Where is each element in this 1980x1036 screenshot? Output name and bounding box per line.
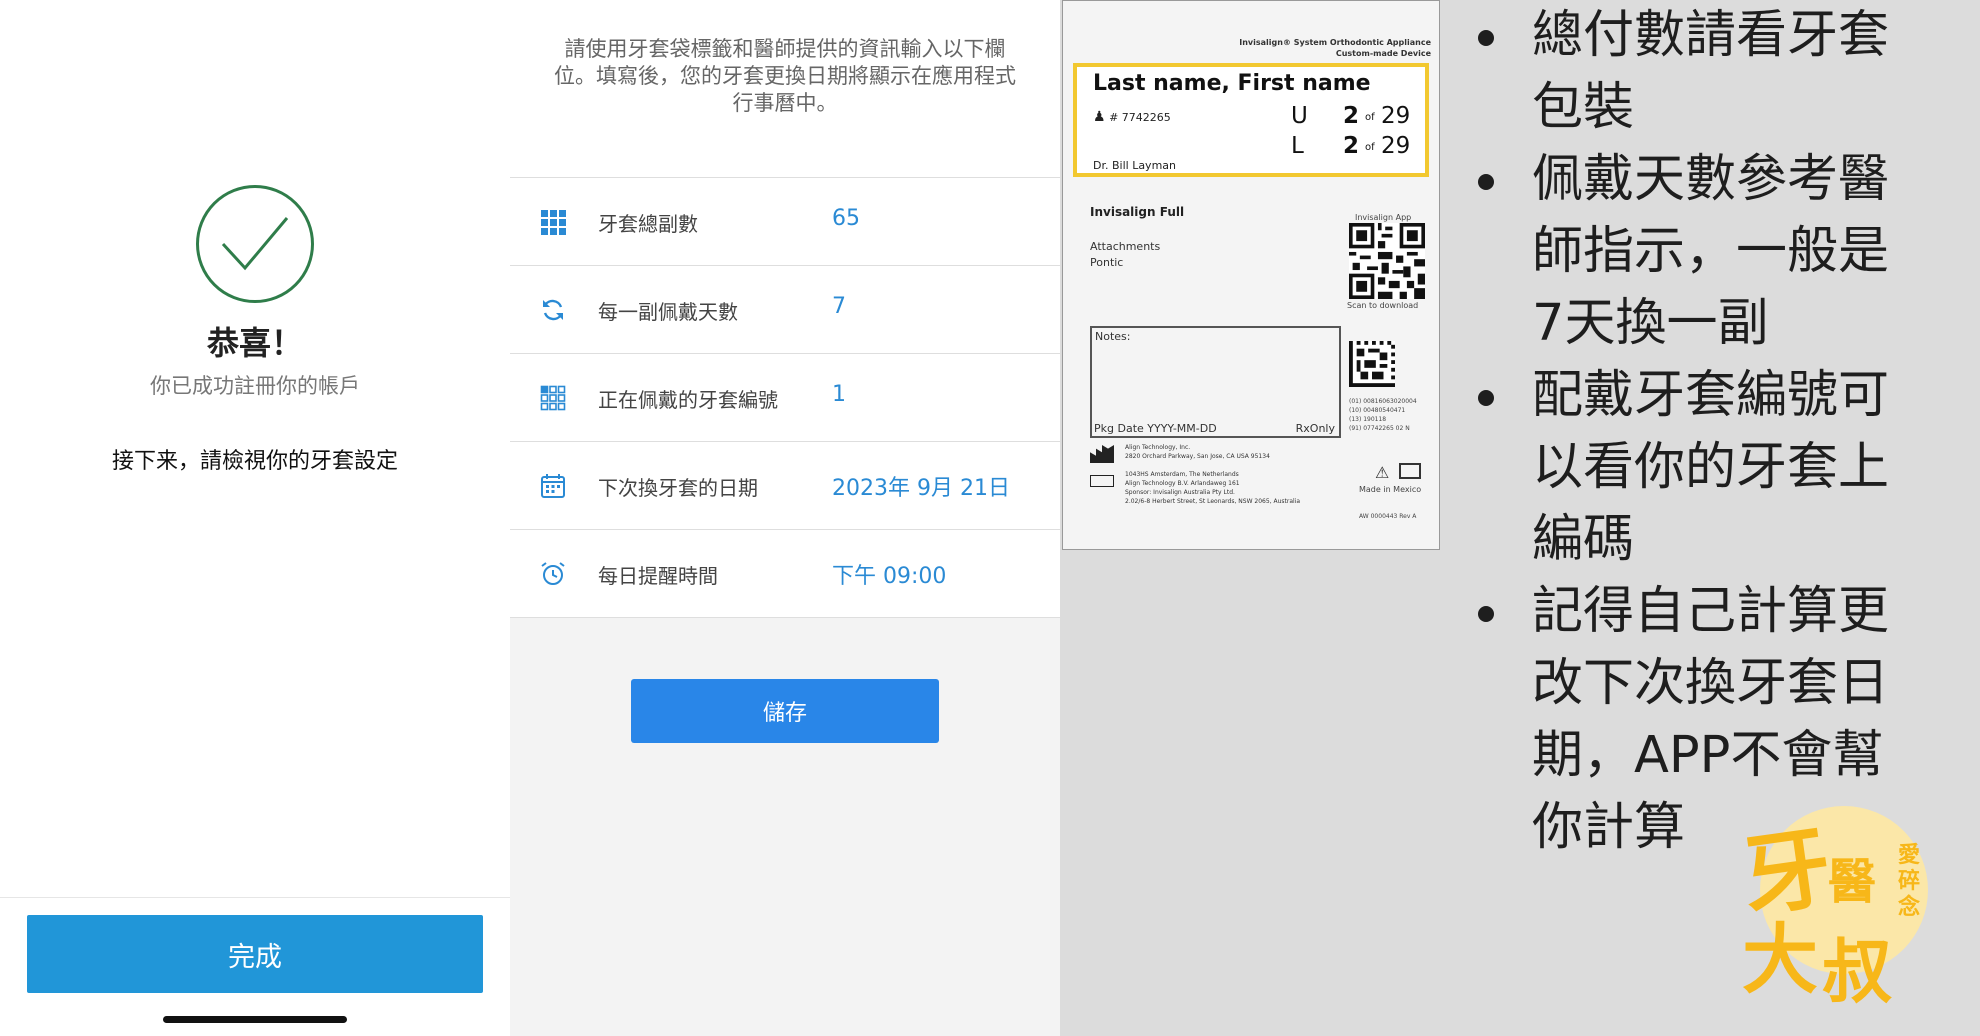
total-steps: 29 — [1381, 133, 1411, 159]
logo-char: 叔 — [1822, 930, 1892, 1013]
upper-arch-count: U 2 of 29 — [1291, 103, 1410, 129]
patient-id-text: # 7742265 — [1109, 111, 1171, 124]
aligner-settings-screen: 請使用牙套袋標籤和醫師提供的資訊輸入以下欄位。填寫後，您的牙套更換日期將顯示在應… — [510, 0, 1060, 1036]
instruction-text: 請使用牙套袋標籤和醫師提供的資訊輸入以下欄位。填寫後，您的牙套更換日期將顯示在應… — [554, 37, 1016, 115]
logo-char: 大 — [1742, 915, 1818, 1004]
row-current-aligner[interactable]: 正在佩戴的牙套編號 1 — [510, 353, 1060, 441]
code-line: (10) 00480540471 — [1349, 407, 1406, 414]
warning-icon: ⚠ — [1375, 463, 1390, 482]
system-line: Invisalign® System Orthodontic Appliance — [1239, 38, 1431, 47]
code-line: (13) 190118 — [1349, 416, 1387, 423]
row-days-per-aligner[interactable]: 每一副佩戴天數 7 — [510, 265, 1060, 353]
arch-letter: U — [1291, 103, 1308, 129]
instructions-book-icon — [1399, 463, 1421, 479]
list-item-text: 佩戴天數參考醫師指示，一般是7天換一副 — [1532, 150, 1890, 353]
attachments-list: Attachments Pontic — [1090, 239, 1160, 271]
manufacturer-address: Align Technology, Inc. 2820 Orchard Park… — [1125, 443, 1300, 506]
address-line: 2.02/6-8 Herbert Street, St Leonards, NS… — [1125, 498, 1301, 505]
system-header: Invisalign® System Orthodontic Appliance… — [1239, 37, 1431, 59]
settings-header: 請使用牙套袋標籤和醫師提供的資訊輸入以下欄位。填寫後，您的牙套更換日期將顯示在應… — [510, 0, 1060, 180]
pontic-text: Pontic — [1090, 256, 1124, 269]
arch-letter: L — [1291, 133, 1304, 159]
row-value[interactable]: 7 — [832, 294, 846, 319]
row-value[interactable]: 下午 09:00 — [832, 558, 946, 590]
reference-number: AW 0000443 Rev A — [1359, 513, 1417, 520]
patient-id: ♟ # 7742265 — [1093, 109, 1171, 125]
made-in: Made in Mexico — [1359, 485, 1422, 494]
alarm-clock-icon — [541, 562, 565, 585]
brand-logo: 牙 醫 大 叔 愛碎念 — [1736, 798, 1948, 1013]
address-line: 1043HS Amsterdam, The Netherlands — [1125, 471, 1239, 478]
total-steps: 29 — [1381, 103, 1411, 129]
row-value[interactable]: 65 — [832, 206, 860, 231]
rx-only: RxOnly — [1295, 422, 1335, 435]
grid-icon — [541, 210, 566, 235]
address-line — [1125, 461, 1300, 470]
notes-label: Notes: — [1095, 330, 1131, 343]
grid-outline-icon — [540, 385, 566, 411]
bullet-icon — [1478, 390, 1494, 406]
divider — [0, 897, 510, 898]
address-line: Align Technology, Inc. — [1125, 444, 1191, 451]
checkmark-icon — [196, 185, 314, 303]
list-item-text: 總付數請看牙套包裝 — [1532, 6, 1890, 137]
bullet-icon — [1478, 606, 1494, 622]
datamatrix-code-icon — [1349, 341, 1395, 387]
person-icon: ♟ — [1093, 109, 1106, 125]
row-total-aligners[interactable]: 牙套總副數 65 — [510, 177, 1060, 265]
scan-label: Scan to download — [1347, 301, 1419, 310]
list-item-text: 配戴牙套編號可以看你的牙套上編碼 — [1532, 366, 1890, 569]
bullet-icon — [1478, 174, 1494, 190]
calendar-icon — [541, 474, 565, 498]
done-button[interactable]: 完成 — [27, 915, 483, 993]
aligner-package-label: Invisalign® System Orthodontic Appliance… — [1062, 0, 1440, 550]
refresh-icon — [543, 299, 563, 321]
package-date: Pkg Date YYYY-MM-DD — [1094, 422, 1217, 435]
manufacturer-icon — [1090, 445, 1114, 463]
row-next-change-date[interactable]: 下次換牙套的日期 2023年 9月 21日 — [510, 441, 1060, 529]
app-label: Invisalign App — [1355, 213, 1412, 222]
of-text: of — [1365, 112, 1375, 123]
product-name: Invisalign Full — [1090, 205, 1185, 219]
barcode-numbers: (01) 00816063020004 (10) 00480540471 (13… — [1349, 397, 1417, 433]
logo-char: 愛碎念 — [1898, 842, 1921, 920]
code-line: (01) 00816063020004 — [1349, 398, 1417, 405]
patient-name: Last name, First name — [1093, 71, 1371, 96]
qr-code-icon — [1349, 223, 1425, 299]
row-label: 牙套總副數 — [598, 212, 698, 236]
device-line: Custom-made Device — [1335, 49, 1431, 58]
code-line: (91) 07742265 02 N — [1349, 425, 1410, 432]
divider — [510, 617, 1060, 618]
row-label: 下次換牙套的日期 — [598, 476, 758, 500]
row-label: 正在佩戴的牙套編號 — [598, 388, 778, 412]
success-screen: 恭喜！ 你已成功註冊你的帳戶 接下来，請檢視你的牙套設定 完成 — [0, 0, 510, 1036]
row-label: 每一副佩戴天數 — [598, 300, 738, 324]
row-value[interactable]: 1 — [832, 382, 846, 407]
address-line: Sponsor: Invisalign Australia Pty Ltd. — [1125, 489, 1235, 496]
doctor-name: Dr. Bill Layman — [1093, 159, 1176, 172]
of-text: of — [1365, 142, 1375, 153]
registered-message: 你已成功註冊你的帳戶 — [150, 374, 360, 398]
address-line: 2820 Orchard Parkway, San Jose, CA USA 9… — [1125, 453, 1270, 460]
next-step-message: 接下来，請檢視你的牙套設定 — [111, 449, 398, 474]
row-label: 每日提醒時間 — [598, 564, 718, 588]
address-line: Align Technology B.V. Arlandaweg 161 — [1125, 480, 1240, 487]
lower-arch-count: L 2 of 29 — [1291, 133, 1410, 159]
attachments-text: Attachments — [1090, 240, 1161, 253]
current-step: 2 — [1343, 133, 1360, 159]
patient-info-box: Last name, First name ♟ # 7742265 Dr. Bi… — [1073, 63, 1429, 177]
congrats-title: 恭喜！ — [206, 324, 303, 362]
current-step: 2 — [1343, 103, 1360, 129]
save-button[interactable]: 儲存 — [631, 679, 939, 743]
notes-box: Notes: Pkg Date YYYY-MM-DD RxOnly — [1090, 326, 1341, 438]
row-daily-reminder[interactable]: 每日提醒時間 下午 09:00 — [510, 529, 1060, 617]
ec-rep-icon — [1090, 475, 1114, 487]
row-value[interactable]: 2023年 9月 21日 — [832, 470, 1010, 502]
bullet-icon — [1478, 30, 1494, 46]
home-indicator[interactable] — [163, 1016, 347, 1023]
logo-char: 醫 — [1828, 854, 1877, 910]
